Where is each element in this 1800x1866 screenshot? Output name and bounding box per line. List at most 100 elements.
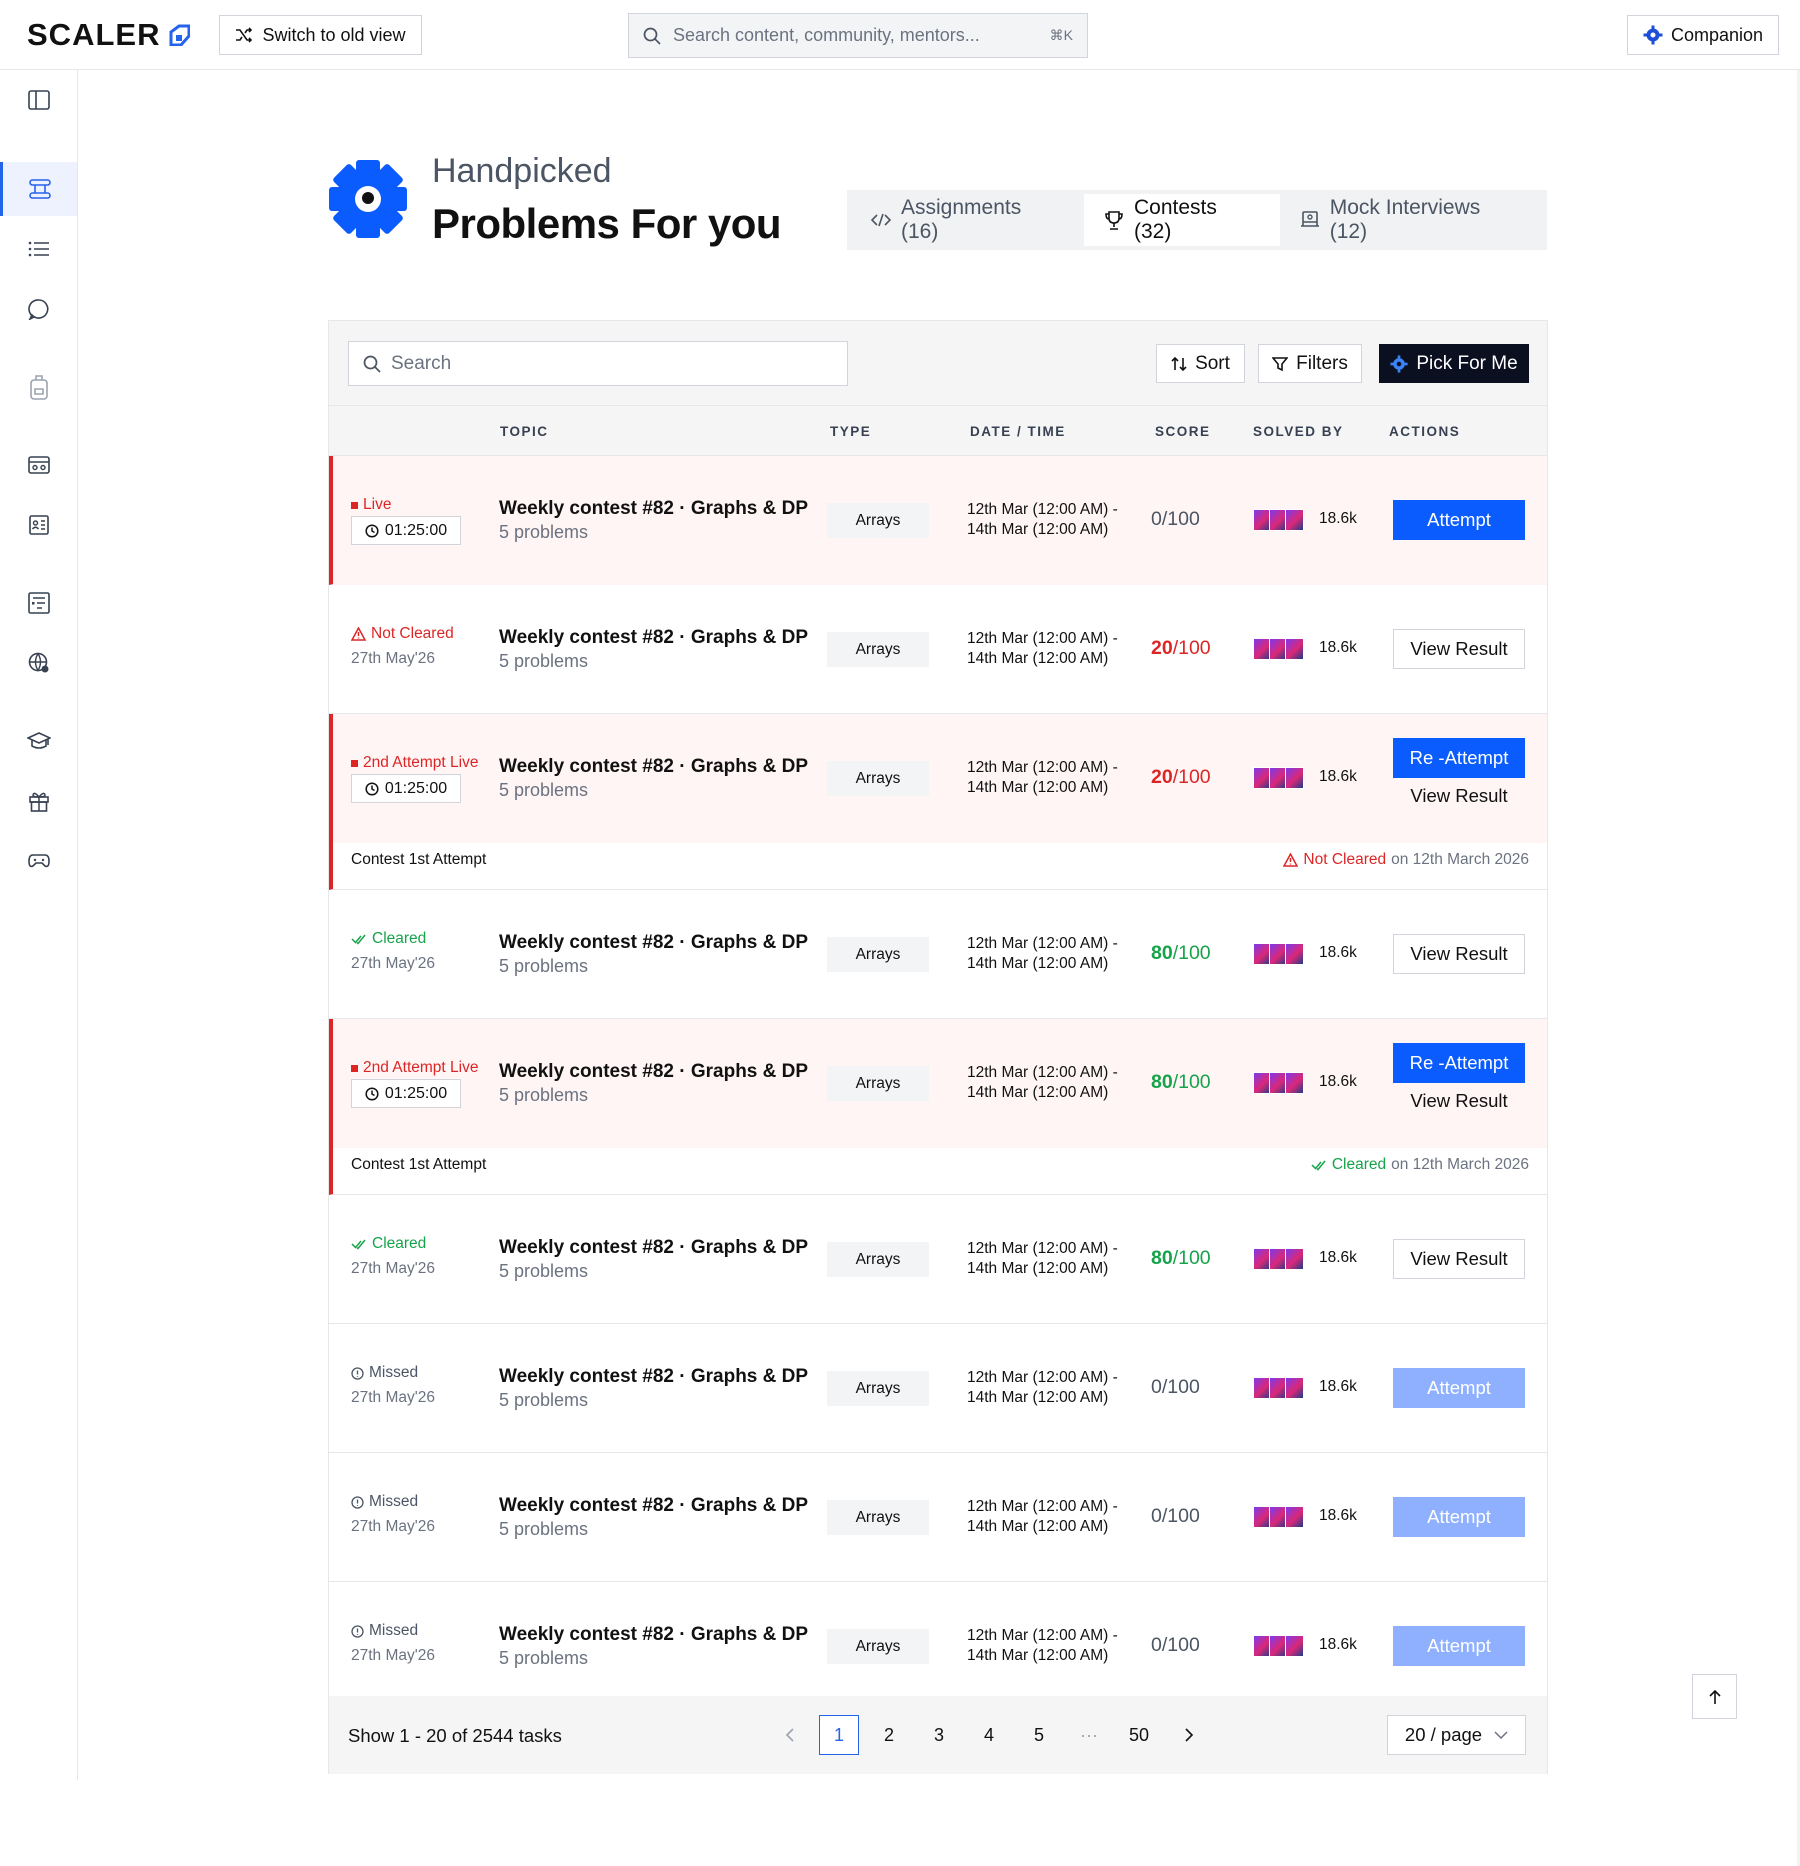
tab-assignments[interactable]: Assignments (16): [851, 194, 1084, 246]
score-total: /100: [1172, 1071, 1211, 1093]
view-result-button[interactable]: View Result: [1393, 934, 1525, 974]
status-badge: 2nd Attempt Live: [351, 1059, 478, 1077]
sidebar-item-profile-card[interactable]: [0, 498, 77, 552]
solved-count: 18.6k: [1319, 1378, 1357, 1395]
row-main: Not Cleared 27th May'26 Weekly contest #82…: [329, 585, 1547, 714]
end-date: 14th Mar (12:00 AM): [967, 1084, 1109, 1101]
view-result-button[interactable]: View Result: [1393, 1081, 1525, 1121]
start-date: 12th Mar (12:00 AM) -: [967, 1240, 1118, 1257]
contest-title[interactable]: Weekly contest #82 · Graphs & DP: [499, 1237, 808, 1259]
end-date: 14th Mar (12:00 AM): [967, 955, 1109, 972]
re-attempt-button[interactable]: Re -Attempt: [1393, 1043, 1525, 1083]
countdown-timer: 01:25:00: [351, 774, 461, 803]
global-search-placeholder: Search content, community, mentors...: [673, 25, 980, 45]
column-score: SCORE: [1155, 424, 1211, 439]
sort-button[interactable]: Sort: [1156, 344, 1245, 383]
first-attempt-result: Cleared on 12th March 2026: [1311, 1156, 1529, 1174]
filters-button[interactable]: Filters: [1258, 344, 1362, 383]
score-value: 0: [1151, 508, 1162, 530]
view-result-button[interactable]: View Result: [1393, 629, 1525, 669]
info-icon: [351, 1624, 364, 1638]
sidebar-item-chat[interactable]: [0, 282, 77, 336]
sidebar-item-list[interactable]: [0, 222, 77, 276]
first-attempt-label: Contest 1st Attempt: [351, 1156, 487, 1173]
type-chip: Arrays: [827, 1066, 929, 1101]
prev-page-button[interactable]: [769, 1715, 809, 1755]
sidebar-item-backpack[interactable]: [0, 360, 77, 414]
sidebar-item-problems[interactable]: [0, 162, 77, 216]
profile-card-icon: [28, 515, 49, 535]
contest-title[interactable]: Weekly contest #82 · Graphs & DP: [499, 1061, 808, 1083]
type-chip: Arrays: [827, 1242, 929, 1277]
status-date: 27th May'26: [351, 955, 435, 972]
next-page-button[interactable]: [1169, 1715, 1209, 1755]
page-ellipsis[interactable]: ···: [1069, 1715, 1109, 1755]
attempt-button[interactable]: Attempt: [1393, 1368, 1525, 1408]
end-date: 14th Mar (12:00 AM): [967, 1260, 1109, 1277]
scroll-to-top-button[interactable]: [1692, 1674, 1737, 1719]
companion-button[interactable]: Companion: [1627, 15, 1779, 55]
per-page-select[interactable]: 20 / page: [1387, 1715, 1526, 1755]
problem-count: 5 problems: [499, 1085, 589, 1105]
switch-old-view-button[interactable]: Switch to old view: [219, 15, 422, 55]
score: 0/100: [1151, 508, 1200, 531]
view-result-button[interactable]: View Result: [1393, 1239, 1525, 1279]
game-controller-icon: [27, 853, 50, 869]
sidebar-item-courses[interactable]: [0, 714, 77, 768]
end-date: 14th Mar (12:00 AM): [967, 521, 1109, 538]
status-text: Missed: [369, 1493, 419, 1510]
table-row: Not Cleared 27th May'26 Weekly contest #82…: [329, 585, 1547, 714]
first-attempt-label: Contest 1st Attempt: [351, 851, 487, 868]
page-2-button[interactable]: 2: [869, 1715, 909, 1755]
page-50-button[interactable]: 50: [1119, 1715, 1159, 1755]
re-attempt-button[interactable]: Re -Attempt: [1393, 738, 1525, 778]
avatar: [1285, 1248, 1304, 1270]
top-bar: SCALER Switch to old view Search content…: [0, 0, 1800, 70]
column-date-time: DATE / TIME: [970, 424, 1066, 439]
sidebar-item-video-card[interactable]: [0, 438, 77, 492]
sidebar-toggle-icon: [27, 90, 50, 110]
solved-count: 18.6k: [1319, 944, 1357, 961]
row-main: Cleared 27th May'26 Weekly contest #82 · G…: [329, 890, 1547, 1019]
sidebar-item-globe[interactable]: [0, 636, 77, 690]
row-main: 2nd Attempt Live 01:25:00 Weekly contest #…: [333, 1019, 1547, 1148]
table-search-input[interactable]: Search: [348, 341, 848, 386]
contest-title[interactable]: Weekly contest #82 · Graphs & DP: [499, 1495, 808, 1517]
contest-title[interactable]: Weekly contest #82 · Graphs & DP: [499, 627, 808, 649]
contest-title[interactable]: Weekly contest #82 · Graphs & DP: [499, 498, 808, 520]
attempt-button[interactable]: Attempt: [1393, 1497, 1525, 1537]
sidebar-toggle[interactable]: [0, 73, 77, 127]
sidebar-item-notes[interactable]: [0, 576, 77, 630]
contest-title[interactable]: Weekly contest #82 · Graphs & DP: [499, 1624, 808, 1646]
scaler-logo[interactable]: SCALER: [27, 17, 191, 53]
switch-old-view-label: Switch to old view: [262, 24, 406, 45]
page-3-button[interactable]: 3: [919, 1715, 959, 1755]
warning-icon: [351, 627, 366, 641]
tab-mock-interviews[interactable]: Mock Interviews (12): [1280, 194, 1543, 246]
chevron-left-icon: [785, 1728, 794, 1742]
tab-contests[interactable]: Contests (32): [1084, 194, 1280, 246]
page-5-button[interactable]: 5: [1019, 1715, 1059, 1755]
status-text: Cleared: [372, 1235, 427, 1252]
problem-type-tabs: Assignments (16) Contests (32) Mock Inte…: [847, 190, 1547, 250]
shuffle-icon: [235, 27, 253, 43]
attempt-button[interactable]: Attempt: [1393, 1626, 1525, 1666]
attempt-button[interactable]: Attempt: [1393, 500, 1525, 540]
pick-for-me-button[interactable]: Pick For Me: [1379, 344, 1529, 383]
search-icon: [643, 27, 661, 45]
type-chip: Arrays: [827, 937, 929, 972]
sidebar-item-rewards[interactable]: [0, 774, 77, 828]
contest-title[interactable]: Weekly contest #82 · Graphs & DP: [499, 932, 808, 954]
row-main: 2nd Attempt Live 01:25:00 Weekly contest #…: [333, 714, 1547, 843]
clock-icon: [365, 1086, 379, 1101]
start-date: 12th Mar (12:00 AM) -: [967, 1369, 1118, 1386]
row-main: Missed 27th May'26 Weekly contest #82 · Gr…: [329, 1582, 1547, 1711]
contest-title[interactable]: Weekly contest #82 · Graphs & DP: [499, 1366, 808, 1388]
contest-title[interactable]: Weekly contest #82 · Graphs & DP: [499, 756, 808, 778]
solver-avatars: [1253, 638, 1304, 660]
view-result-button[interactable]: View Result: [1393, 776, 1525, 816]
sidebar-item-games[interactable]: [0, 834, 77, 888]
page-1-button[interactable]: 1: [819, 1715, 859, 1755]
global-search-input[interactable]: Search content, community, mentors... ⌘K: [628, 13, 1088, 58]
page-4-button[interactable]: 4: [969, 1715, 1009, 1755]
